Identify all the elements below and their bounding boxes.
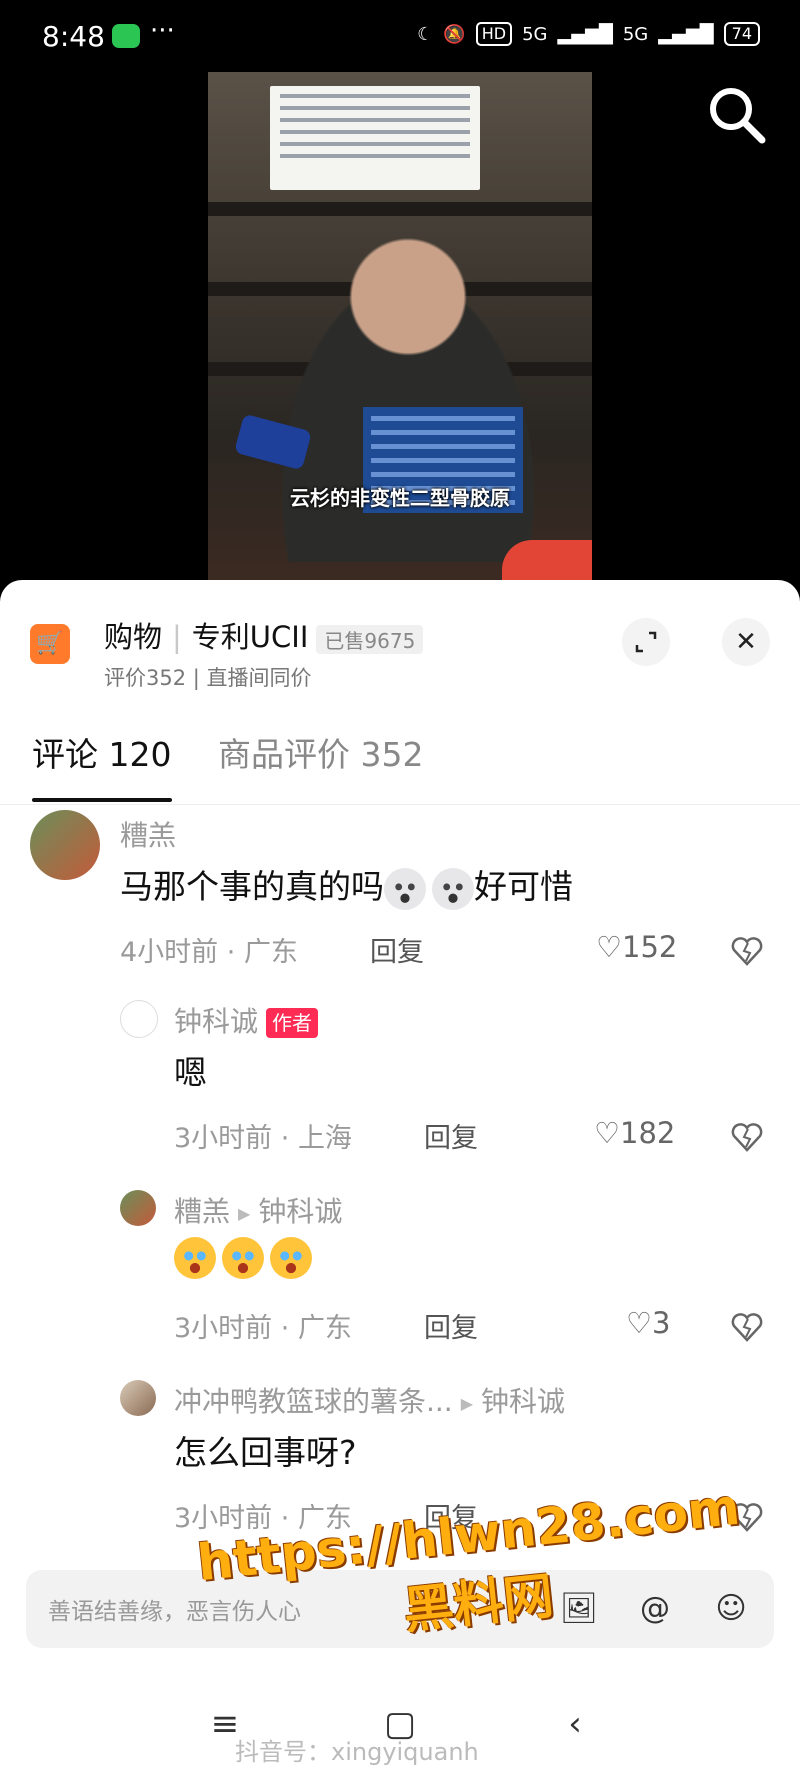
heart-icon: ♡ (596, 930, 622, 964)
system-icons: ☾ 🔕 HD 5G ▂▄▆█ 5G ▂▄▆█ 74 (417, 22, 760, 46)
avatar[interactable] (120, 1380, 156, 1416)
more-notifications-icon: ··· (150, 16, 175, 46)
avatar[interactable] (120, 1000, 158, 1038)
title-separator: | (172, 620, 182, 654)
moon-icon: ☾ (417, 23, 434, 45)
like-count: 3 (652, 1306, 671, 1340)
comment-username[interactable]: 钟科诚 作者 (174, 1000, 319, 1040)
comment-username[interactable]: 糟羔 ▶ 钟科诚 (174, 1190, 342, 1230)
product-name: 专利UCII (191, 620, 309, 654)
comment-text: 马那个事的真的吗 好可惜 (120, 860, 573, 910)
comment-meta: 3小时前 · 上海 (174, 1123, 352, 1154)
heart-icon: ♡ (594, 1116, 620, 1150)
signal-bars-icon-2: ▂▄▆█ (658, 23, 714, 45)
dislike-icon[interactable] (730, 1310, 764, 1344)
reply-arrow-icon: ▶ (238, 1203, 251, 1223)
product-card[interactable]: 🛒 购物 | 专利UCII 已售9675 评价352 | 直播间同价 ✕ (30, 610, 770, 694)
shopping-cart-icon: 🛒 (30, 624, 70, 664)
shocked-emoji-icon (384, 867, 426, 910)
product-title[interactable]: 购物 | 专利UCII 已售9675 (104, 614, 424, 656)
close-icon: ✕ (735, 627, 757, 657)
back-icon[interactable]: ‹ (555, 1704, 595, 1744)
shocked-emoji-icon (432, 867, 474, 910)
mute-icon: 🔕 (443, 23, 466, 45)
shelf (208, 202, 592, 216)
search-icon[interactable] (704, 82, 768, 146)
system-nav-bar: ≡ ▢ ‹ 抖音号：xingyiquanh (0, 1690, 800, 1777)
like-button[interactable]: ♡152 (596, 930, 677, 964)
tab-comments[interactable]: 评论 120 (32, 728, 171, 776)
comment-text: 怎么回事呀? (174, 1433, 357, 1472)
active-tab-indicator (32, 798, 172, 802)
status-time: 8:48 (42, 20, 105, 53)
hd-icon: HD (475, 22, 513, 46)
comment-username[interactable]: 冲冲鸭教篮球的薯条... ▶ 钟科诚 (174, 1380, 565, 1420)
reply-arrow-icon: ▶ (460, 1393, 474, 1413)
patent-document-image (270, 86, 480, 190)
product-category: 购物 (104, 620, 163, 654)
heart-icon: ♡ (626, 1306, 652, 1340)
crying-emoji-icon (270, 1236, 312, 1279)
douyin-id-watermark: 抖音号：xingyiquanh (235, 1738, 479, 1766)
signal-icon: 5G (522, 23, 548, 45)
reply-button[interactable]: 回复 (370, 930, 424, 969)
like-button[interactable]: ♡3 (626, 1306, 670, 1340)
comment-meta: 3小时前 · 广东 (174, 1313, 352, 1344)
sold-count-badge: 已售9675 (316, 624, 424, 654)
status-bar: 8:48 ··· ☾ 🔕 HD 5G ▂▄▆█ 5G ▂▄▆█ 74 (0, 0, 800, 72)
comment-text-part: 好可惜 (474, 867, 573, 906)
product-subtitle: 评价352 | 直播间同价 (104, 666, 312, 690)
comment-username[interactable]: 糟羔 (120, 814, 176, 854)
video-frame[interactable]: 云杉的非变性二型骨胶原 (208, 72, 592, 590)
avatar[interactable] (120, 1190, 156, 1226)
like-count: 152 (622, 930, 678, 964)
signal-icon-2: 5G (622, 23, 649, 45)
tab-product-reviews[interactable]: 商品评价 352 (218, 728, 423, 776)
avatar[interactable] (30, 810, 100, 880)
crying-emoji-icon (174, 1236, 216, 1279)
reply-button[interactable]: 回复 (424, 1306, 478, 1345)
expand-icon[interactable] (622, 618, 670, 666)
comment-text-part: 马那个事的真的吗 (120, 867, 384, 906)
battery-icon: 74 (723, 22, 760, 46)
comment-meta: 4小时前 · 广东 (120, 937, 298, 968)
author-badge: 作者 (266, 1008, 319, 1038)
wechat-icon (112, 24, 140, 48)
close-button[interactable]: ✕ (722, 618, 770, 666)
signal-bars-icon: ▂▄▆█ (557, 23, 613, 45)
reply-button[interactable]: 回复 (424, 1116, 478, 1155)
comment-text: 嗯 (174, 1053, 207, 1092)
dislike-icon[interactable] (730, 934, 764, 968)
video-caption: 云杉的非变性二型骨胶原 (290, 486, 510, 510)
comment-text (174, 1236, 312, 1279)
comment-tabs: 评论 120 商品评价 352 (0, 700, 800, 805)
crying-emoji-icon (222, 1236, 264, 1279)
like-count: 182 (620, 1116, 676, 1150)
video-player[interactable]: 云杉的非变性二型骨胶原 (0, 72, 800, 590)
dislike-icon[interactable] (730, 1120, 764, 1154)
like-button[interactable]: ♡182 (594, 1116, 675, 1150)
